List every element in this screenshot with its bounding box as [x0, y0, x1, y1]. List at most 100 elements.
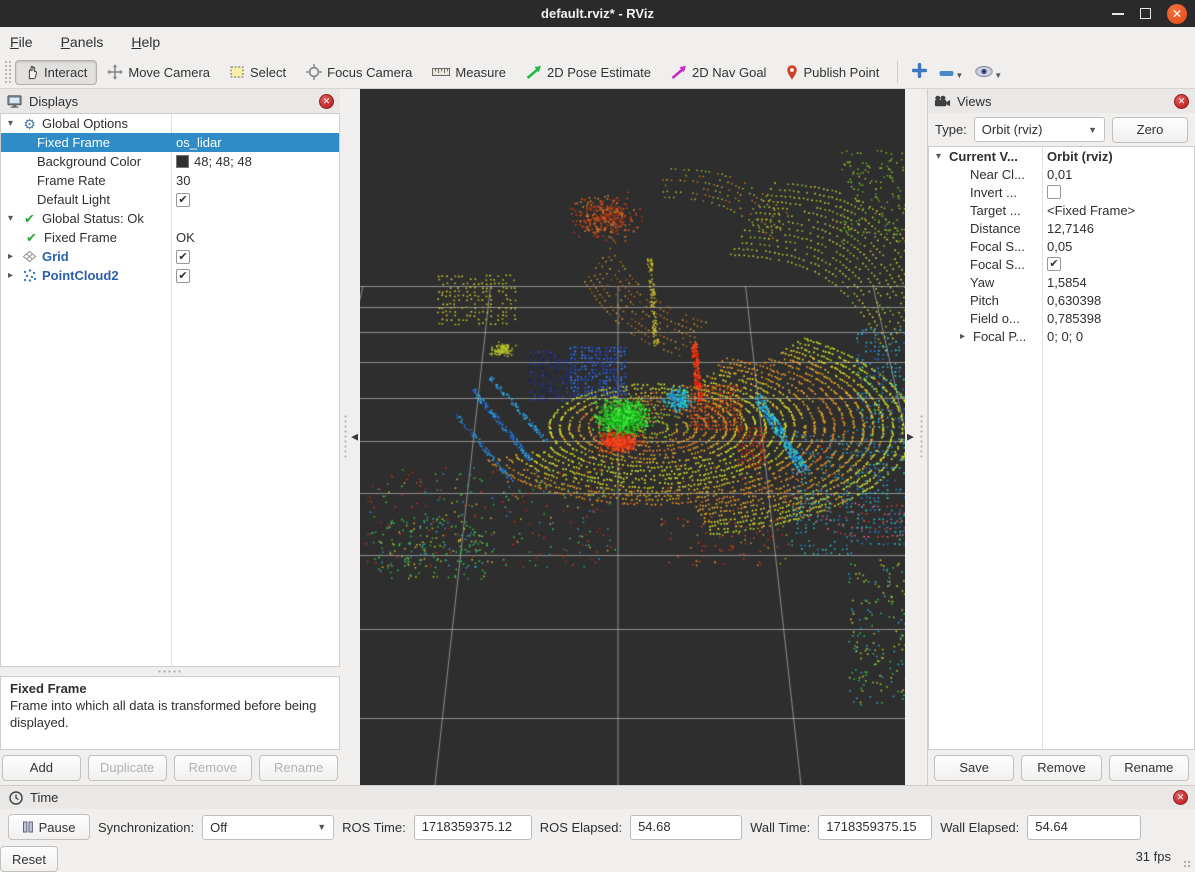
expander-open-icon[interactable]: ▾ — [4, 118, 17, 129]
tree-row[interactable]: Pitch0,630398 — [929, 291, 1194, 309]
add-button[interactable]: Add — [2, 755, 81, 781]
tree-row[interactable]: Focal S...✔ — [929, 255, 1194, 273]
tool-focus-camera[interactable]: Focus Camera — [296, 59, 422, 85]
close-icon[interactable]: ✕ — [1167, 4, 1187, 24]
checkbox[interactable] — [1047, 185, 1061, 199]
resize-grip-icon[interactable] — [1183, 860, 1192, 869]
tree-row[interactable]: Frame Rate30 — [1, 171, 339, 190]
menu-item-file[interactable]: File — [10, 34, 33, 50]
remove-tool-button[interactable]: ▼ — [933, 61, 969, 84]
expander-open-icon[interactable]: ▾ — [932, 151, 945, 162]
zero-button[interactable]: Zero — [1112, 117, 1188, 143]
tool-interact[interactable]: Interact — [15, 60, 97, 85]
tree-row[interactable]: Background Color48; 48; 48 — [1, 152, 339, 171]
view-type-combo[interactable]: Orbit (rviz) ▼ — [974, 117, 1105, 142]
splitter-handle[interactable] — [919, 414, 924, 460]
tree-row[interactable]: ▾Current V...Orbit (rviz) — [929, 147, 1194, 165]
tool-2d-pose-estimate[interactable]: 2D Pose Estimate — [516, 60, 661, 85]
minus-icon — [939, 65, 954, 80]
maximize-icon[interactable] — [1140, 8, 1151, 19]
property-label: Near Cl... — [970, 167, 1025, 182]
minimize-icon[interactable] — [1112, 13, 1124, 15]
checkbox[interactable]: ✔ — [176, 250, 190, 264]
expander-closed-icon[interactable]: ▸ — [4, 270, 17, 281]
checkbox[interactable]: ✔ — [1047, 257, 1061, 271]
tool-move-camera[interactable]: Move Camera — [97, 59, 220, 85]
splitter-handle[interactable] — [343, 414, 348, 460]
wall-elapsed-field[interactable]: 54.64 — [1027, 815, 1141, 840]
synchronization-combo[interactable]: Off ▼ — [202, 815, 334, 840]
reset-button[interactable]: Reset — [0, 846, 58, 872]
chevron-down-icon: ▼ — [1088, 125, 1097, 135]
tree-row[interactable]: Focal S... 0,05 — [929, 237, 1194, 255]
tool-visibility-button[interactable]: ▼ — [969, 61, 1008, 84]
tree-row[interactable]: Distance12,7146 — [929, 219, 1194, 237]
property-description: Fixed Frame Frame into which all data is… — [0, 676, 340, 750]
tree-row[interactable]: Target ...<Fixed Frame> — [929, 201, 1194, 219]
tree-row[interactable]: ▾⚙Global Options — [1, 114, 339, 133]
tree-row[interactable]: ▸Focal P...0; 0; 0 — [929, 327, 1194, 345]
collapse-right-icon[interactable]: ▶ — [907, 432, 914, 443]
tree-row[interactable]: ▾✔Global Status: Ok — [1, 209, 339, 228]
checkbox[interactable]: ✔ — [176, 269, 190, 283]
ros-elapsed-field[interactable]: 54.68 — [630, 815, 742, 840]
tree-row[interactable]: Near Cl... 0,01 — [929, 165, 1194, 183]
tool-select[interactable]: Select — [220, 60, 296, 85]
property-label: Focal P... — [973, 329, 1026, 344]
time-panel-header[interactable]: Time ✕ — [0, 786, 1195, 809]
expander-closed-icon[interactable]: ▸ — [4, 251, 17, 262]
tree-row[interactable]: ▸Grid✔ — [1, 247, 339, 266]
property-label: Focal S... — [970, 239, 1025, 254]
ros-time-field[interactable]: 1718359375.12 — [414, 815, 532, 840]
close-icon[interactable]: ✕ — [1173, 790, 1188, 805]
displays-panel-header[interactable]: Displays ✕ — [0, 89, 340, 113]
property-value-cell: 0,01 — [1042, 167, 1194, 182]
toolbar: InteractMove CameraSelectFocus CameraMea… — [0, 56, 1195, 89]
menu-item-help[interactable]: Help — [131, 34, 160, 50]
description-splitter[interactable] — [0, 667, 340, 676]
time-panel: Time ✕ Pause Synchronization: Off ▼ ROS … — [0, 785, 1195, 845]
close-icon[interactable]: ✕ — [1174, 94, 1189, 109]
wall-time-field[interactable]: 1718359375.15 — [818, 815, 932, 840]
right-splitter[interactable]: ▶ — [905, 89, 927, 785]
collapse-left-icon[interactable]: ◀ — [351, 432, 358, 443]
views-icon — [934, 95, 951, 107]
ros-elapsed-label: ROS Elapsed: — [540, 820, 622, 835]
save-button[interactable]: Save — [934, 755, 1014, 781]
tool-publish-point[interactable]: Publish Point — [776, 60, 889, 85]
tree-row[interactable]: Yaw1,5854 — [929, 273, 1194, 291]
views-panel-header[interactable]: Views ✕ — [928, 89, 1195, 113]
tool-2d-nav-goal[interactable]: 2D Nav Goal — [661, 60, 776, 85]
duplicate-button[interactable]: Duplicate — [88, 755, 167, 781]
remove-button[interactable]: Remove — [1021, 755, 1101, 781]
tree-row[interactable]: ▸PointCloud2✔ — [1, 266, 339, 285]
titlebar[interactable]: default.rviz* - RViz ✕ — [0, 0, 1195, 27]
rename-button[interactable]: Rename — [1109, 755, 1189, 781]
add-tool-button[interactable] — [906, 59, 933, 85]
menu-item-panels[interactable]: Panels — [61, 34, 104, 50]
tree-row[interactable]: Default Light✔ — [1, 190, 339, 209]
tree-row[interactable]: ✔Fixed FrameOK — [1, 228, 339, 247]
expander-closed-icon[interactable]: ▸ — [956, 331, 969, 342]
displays-icon — [6, 94, 23, 109]
pause-button[interactable]: Pause — [8, 814, 90, 840]
tool-measure[interactable]: Measure — [422, 60, 516, 85]
move-camera-icon — [107, 64, 123, 80]
toolbar-drag-handle[interactable] — [4, 60, 11, 84]
viewport-canvas[interactable] — [360, 89, 905, 785]
wall-time-label: Wall Time: — [750, 820, 810, 835]
tree-row[interactable]: Field o...0,785398 — [929, 309, 1194, 327]
checkbox[interactable]: ✔ — [176, 193, 190, 207]
rename-button[interactable]: Rename — [259, 755, 338, 781]
tree-row[interactable]: Fixed Frameos_lidar — [1, 133, 339, 152]
left-splitter[interactable]: ◀ — [340, 89, 360, 785]
tree-row-label-cell: ▸ Focal P... — [929, 329, 1042, 344]
color-swatch[interactable] — [176, 155, 189, 168]
property-value-cell: 0,05 — [1042, 239, 1194, 254]
expander-open-icon[interactable]: ▾ — [4, 213, 17, 224]
view-type-value: Orbit (rviz) — [982, 122, 1043, 137]
tree-row[interactable]: Invert ... — [929, 183, 1194, 201]
tree-row-label-cell: Fixed Frame — [1, 135, 171, 150]
remove-button[interactable]: Remove — [174, 755, 253, 781]
close-icon[interactable]: ✕ — [319, 94, 334, 109]
